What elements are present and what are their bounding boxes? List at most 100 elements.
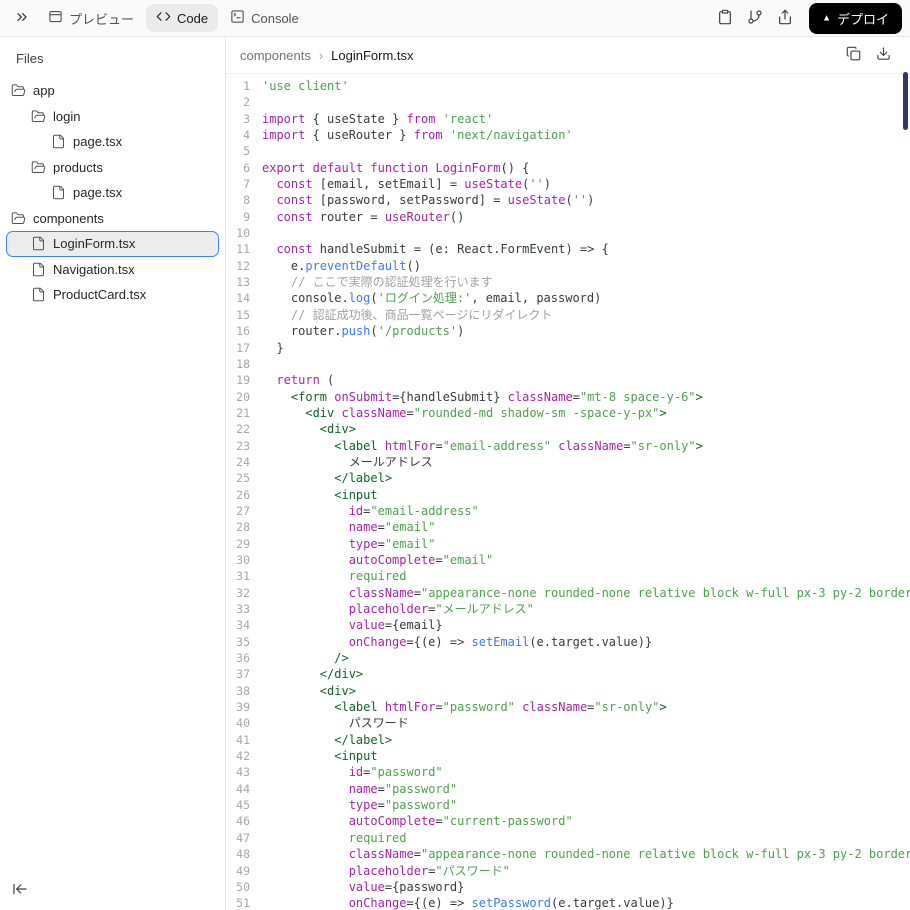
code-line-text: import { useRouter } from 'next/navigati… bbox=[262, 128, 573, 143]
code-line: 17 } bbox=[230, 340, 910, 356]
line-number: 29 bbox=[236, 536, 250, 551]
sidebar-expand-button[interactable] bbox=[8, 4, 36, 32]
code-line-text: id="password" bbox=[348, 765, 443, 780]
tree-folder-components[interactable]: components bbox=[6, 206, 219, 232]
line-number: 37 bbox=[236, 667, 250, 682]
clipboard-icon bbox=[717, 9, 733, 28]
breadcrumb-file: LoginForm.tsx bbox=[331, 47, 414, 63]
line-number: 42 bbox=[236, 749, 250, 764]
code-line: 44 name="password" bbox=[230, 781, 910, 797]
deploy-button[interactable]: ▲ デプロイ bbox=[809, 2, 902, 34]
code-line: 18 bbox=[230, 356, 910, 372]
file-tree: app login page.tsx products page.tsx componen… bbox=[0, 78, 225, 308]
folder-icon bbox=[11, 211, 26, 226]
code-line-text: </label> bbox=[334, 471, 393, 486]
code-line: 32 className="appearance-none rounded-no… bbox=[230, 585, 910, 601]
clipboard-button[interactable] bbox=[711, 4, 739, 32]
tree-file-page-tsx[interactable]: page.tsx bbox=[6, 180, 219, 206]
download-file-button[interactable] bbox=[870, 42, 896, 68]
line-number: 46 bbox=[236, 814, 250, 829]
code-line-text: <form onSubmit={handleSubmit} className=… bbox=[290, 389, 703, 404]
code-line-text: const handleSubmit = (e: React.FormEvent… bbox=[276, 242, 609, 257]
share-button[interactable] bbox=[771, 4, 799, 32]
code-line-text: メールアドレス bbox=[262, 454, 433, 469]
code-line-text: </div> bbox=[319, 667, 364, 682]
tree-file-loginform-tsx[interactable]: LoginForm.tsx bbox=[6, 231, 219, 257]
file-icon bbox=[31, 262, 46, 277]
code-line: 36 /> bbox=[230, 650, 910, 666]
code-line: 15 // 認証成功後、商品一覧ページにリダイレクト bbox=[230, 307, 910, 323]
line-number: 26 bbox=[236, 487, 250, 502]
line-number: 8 bbox=[243, 193, 250, 208]
code-line: 35 onChange={(e) => setEmail(e.target.va… bbox=[230, 634, 910, 650]
code-line-text: <input bbox=[334, 487, 378, 502]
tree-item-label: page.tsx bbox=[73, 185, 123, 201]
code-line-text: placeholder="メールアドレス" bbox=[348, 602, 534, 616]
tree-file-page-tsx[interactable]: page.tsx bbox=[6, 129, 219, 155]
line-number: 1 bbox=[243, 79, 250, 93]
code-workspace: プレビュー Code Console ▲ デプロイ Files app logi… bbox=[0, 0, 910, 910]
line-number: 34 bbox=[236, 618, 250, 633]
topbar: プレビュー Code Console ▲ デプロイ bbox=[0, 0, 910, 37]
file-icon bbox=[51, 134, 66, 149]
line-number: 44 bbox=[236, 781, 250, 796]
line-number: 9 bbox=[243, 209, 250, 224]
line-number: 10 bbox=[236, 226, 250, 241]
code-line-text: className="appearance-none rounded-none … bbox=[348, 585, 910, 600]
tab-code-label: Code bbox=[177, 10, 209, 26]
tree-item-label: login bbox=[53, 108, 81, 124]
code-line-text: const router = useRouter() bbox=[276, 209, 465, 224]
code-line-text: e.preventDefault() bbox=[262, 258, 421, 273]
browser-window-icon bbox=[48, 9, 63, 27]
code-line: 6 export default function LoginForm() { bbox=[230, 160, 910, 176]
line-number: 47 bbox=[236, 830, 250, 845]
code-line-text: <label htmlFor="email-address" className… bbox=[334, 438, 703, 453]
tree-folder-login[interactable]: login bbox=[6, 104, 219, 130]
files-sidebar: Files app login page.tsx products page.tsx co… bbox=[0, 37, 226, 910]
line-number: 17 bbox=[236, 340, 250, 355]
code-line: 20 <form onSubmit={handleSubmit} classNa… bbox=[230, 389, 910, 405]
code-line-text: const [password, setPassword] = useState… bbox=[276, 193, 595, 208]
code-line-text: export default function LoginForm() { bbox=[262, 160, 530, 175]
tab-console[interactable]: Console bbox=[220, 4, 309, 32]
folder-icon bbox=[11, 83, 26, 98]
tree-folder-products[interactable]: products bbox=[6, 155, 219, 181]
tree-file-navigation-tsx[interactable]: Navigation.tsx bbox=[6, 257, 219, 283]
code-line-text: import { useState } from 'react' bbox=[262, 111, 494, 126]
line-number: 30 bbox=[236, 552, 250, 567]
copy-code-button[interactable] bbox=[840, 42, 866, 68]
line-number: 12 bbox=[236, 258, 250, 273]
code-line: 28 name="email" bbox=[230, 519, 910, 535]
code-line: 37 </div> bbox=[230, 666, 910, 682]
line-number: 31 bbox=[236, 569, 250, 584]
code-line-text: // ここで実際の認証処理を行います bbox=[290, 275, 493, 290]
code-icon bbox=[156, 9, 171, 27]
breadcrumb-chevron-icon: › bbox=[318, 47, 324, 63]
tree-item-label: app bbox=[33, 83, 55, 99]
breadcrumb-folder[interactable]: components bbox=[240, 48, 311, 63]
collapse-sidebar-button[interactable] bbox=[8, 878, 32, 902]
code-line: 41 </label> bbox=[230, 732, 910, 748]
line-number: 13 bbox=[236, 275, 250, 290]
tab-preview[interactable]: プレビュー bbox=[38, 4, 144, 33]
code-editor[interactable]: 1 'use client' 2 3 import { useState } from … bbox=[226, 74, 910, 910]
git-branch-button[interactable] bbox=[741, 4, 769, 32]
line-number: 39 bbox=[236, 700, 250, 715]
line-number: 28 bbox=[236, 520, 250, 535]
code-line: 29 type="email" bbox=[230, 536, 910, 552]
line-number: 49 bbox=[236, 863, 250, 878]
line-number: 38 bbox=[236, 683, 250, 698]
tree-file-productcard-tsx[interactable]: ProductCard.tsx bbox=[6, 282, 219, 308]
tab-code[interactable]: Code bbox=[146, 4, 219, 32]
code-line-text: type="email" bbox=[348, 536, 436, 551]
folder-icon bbox=[31, 160, 46, 175]
code-line-text: name="password" bbox=[348, 781, 458, 796]
code-line: 24 メールアドレス bbox=[230, 454, 910, 470]
breadcrumb: components › LoginForm.tsx bbox=[226, 37, 910, 74]
tree-folder-app[interactable]: app bbox=[6, 78, 219, 104]
code-line-text: value={email} bbox=[348, 618, 443, 633]
line-number: 48 bbox=[236, 847, 250, 862]
code-line-text: </label> bbox=[334, 732, 393, 747]
code-line: 34 value={email} bbox=[230, 617, 910, 633]
scrollbar-thumb[interactable] bbox=[903, 72, 908, 130]
